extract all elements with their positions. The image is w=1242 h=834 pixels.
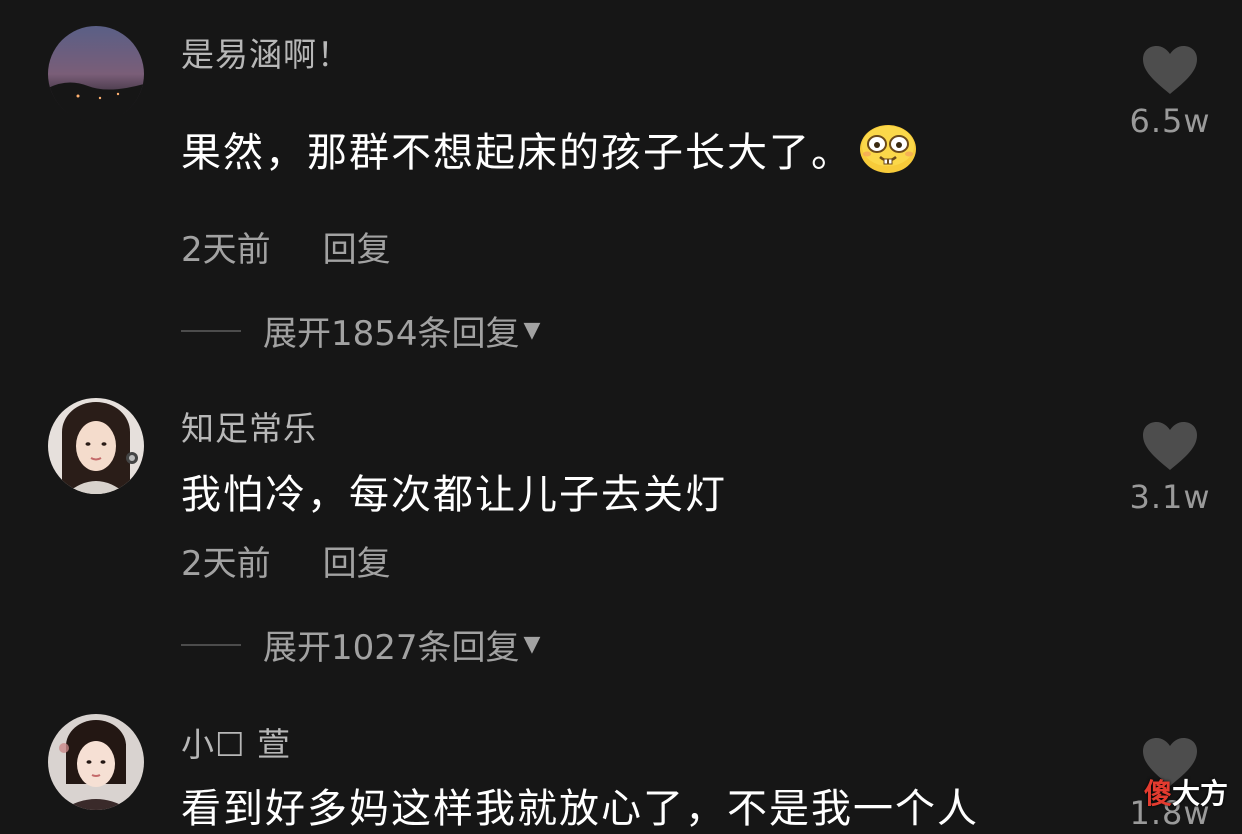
like-button[interactable]: 3.1w xyxy=(1120,420,1220,516)
avatar[interactable] xyxy=(48,398,144,494)
expand-replies-button[interactable]: 展开1854条回复 ▼ xyxy=(181,306,540,355)
comment-text: 果然，那群不想起床的孩子长大了。 xyxy=(181,120,917,184)
laughing-face-icon xyxy=(859,124,917,184)
divider xyxy=(181,329,241,332)
expand-replies-label: 展开1854条回复 xyxy=(263,314,520,354)
watermark-rest: 大方 xyxy=(1171,777,1228,810)
expand-replies-button[interactable]: 展开1027条回复 ▼ xyxy=(181,620,540,669)
comment-text: 我怕冷，每次都让儿子去关灯 xyxy=(181,472,727,518)
comment-time: 2天前 xyxy=(181,544,271,584)
reply-button[interactable]: 回复 xyxy=(323,544,391,584)
watermark-first-char: 傻 xyxy=(1143,777,1172,810)
divider xyxy=(181,643,241,646)
comment-text-content: 果然，那群不想起床的孩子长大了。 xyxy=(181,130,853,176)
comment-meta: 2天前 回复 xyxy=(181,536,391,585)
username[interactable]: 知足常乐 xyxy=(181,402,317,450)
avatar[interactable] xyxy=(48,714,144,810)
like-button[interactable]: 6.5w xyxy=(1120,44,1220,140)
reply-button[interactable]: 回复 xyxy=(323,230,391,270)
avatar[interactable] xyxy=(48,26,144,122)
like-count: 6.5w xyxy=(1129,102,1211,140)
caret-down-icon: ▼ xyxy=(523,632,541,657)
comment-time: 2天前 xyxy=(181,230,271,270)
username[interactable]: 小☐ 萱 xyxy=(181,718,291,766)
watermark: 傻大方 xyxy=(1144,772,1228,812)
comment-text: 看到好多妈这样我就放心了，不是我一个人 xyxy=(181,786,979,832)
heart-icon xyxy=(1143,422,1197,470)
username[interactable]: 是易涵啊！ xyxy=(181,28,351,76)
heart-icon xyxy=(1143,46,1197,94)
expand-replies-label: 展开1027条回复 xyxy=(263,628,520,668)
like-count: 3.1w xyxy=(1129,478,1211,516)
caret-down-icon: ▼ xyxy=(523,318,541,343)
comment-meta: 2天前 回复 xyxy=(181,222,391,271)
